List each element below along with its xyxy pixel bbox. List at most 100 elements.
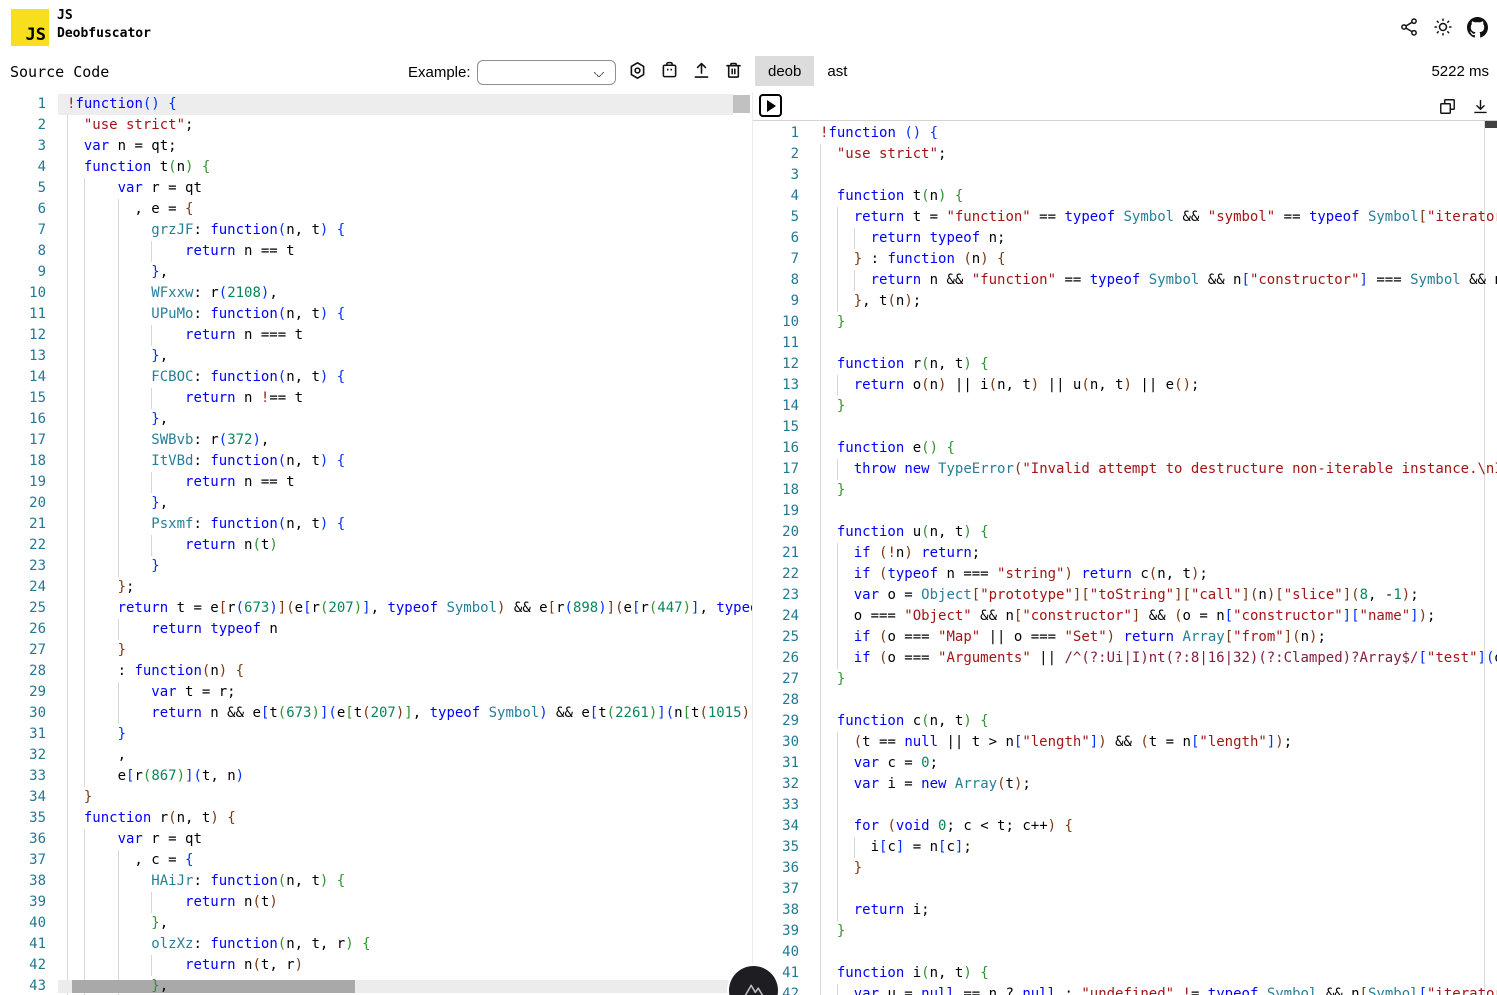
settings-gear-icon[interactable] [626, 59, 648, 81]
line-number: 38 [0, 871, 46, 892]
line-number: 17 [753, 459, 799, 480]
code-text: }; [67, 577, 134, 598]
tab-ast[interactable]: ast [814, 56, 860, 86]
code-text: UPuMo: function(n, t) { [67, 304, 345, 325]
code-line: 22 if (typeof n === "string") return c(n… [753, 564, 1497, 585]
code-line: 35 function r(n, t) { [0, 808, 752, 829]
line-number: 26 [0, 619, 46, 640]
code-line: 28 [753, 690, 1497, 711]
line-number: 18 [0, 451, 46, 472]
code-line: 42 var u = null == n ? null : "undefined… [753, 984, 1497, 995]
code-text: if (o === "Map" || o === "Set") return A… [820, 627, 1326, 648]
github-icon[interactable] [1466, 16, 1488, 38]
code-text: }, [67, 976, 168, 995]
line-number: 33 [753, 795, 799, 816]
line-number: 4 [753, 186, 799, 207]
app-title-line2: Deobfuscator [57, 25, 151, 43]
source-vertical-scrollbar-thumb[interactable] [733, 95, 750, 113]
line-number: 7 [0, 220, 46, 241]
trash-icon[interactable] [722, 59, 744, 81]
code-line: 39 return n(t) [0, 892, 752, 913]
line-number: 29 [0, 682, 46, 703]
code-line: 1!function() { [0, 94, 752, 115]
line-number: 12 [0, 325, 46, 346]
code-line: 10 } [753, 312, 1497, 333]
code-line: 40 }, [0, 913, 752, 934]
code-line: 29 var t = r; [0, 682, 752, 703]
line-number: 34 [753, 816, 799, 837]
line-number: 43 [0, 976, 46, 995]
share-icon[interactable] [1398, 16, 1420, 38]
line-number: 6 [753, 228, 799, 249]
run-play-icon[interactable] [759, 94, 782, 117]
line-number: 5 [753, 207, 799, 228]
code-line: 36 } [753, 858, 1497, 879]
line-number: 25 [0, 598, 46, 619]
line-number: 22 [753, 564, 799, 585]
code-text: var i = new Array(t); [820, 774, 1031, 795]
code-line: 4 function t(n) { [753, 186, 1497, 207]
copy-icon[interactable] [1436, 95, 1458, 117]
download-icon[interactable] [1469, 95, 1491, 117]
code-text: if (!n) return; [820, 543, 980, 564]
theme-sun-icon[interactable] [1432, 16, 1454, 38]
line-number: 23 [753, 585, 799, 606]
code-line: 20 }, [0, 493, 752, 514]
line-number: 42 [0, 955, 46, 976]
code-line: 26 return typeof n [0, 619, 752, 640]
line-number: 33 [0, 766, 46, 787]
code-text: } [820, 669, 845, 690]
line-number: 41 [0, 934, 46, 955]
code-text: for (void 0; c < t; c++) { [820, 816, 1073, 837]
indent-guide [820, 333, 821, 354]
code-text: return n && e[t(673)](e[t(207)], typeof … [67, 703, 752, 724]
code-line: 21 Psxmf: function(n, t) { [0, 514, 752, 535]
output-vertical-scrollbar-track[interactable] [1484, 121, 1485, 995]
line-number: 32 [753, 774, 799, 795]
code-text: FCBOC: function(n, t) { [67, 367, 345, 388]
code-line: 12 function r(n, t) { [753, 354, 1497, 375]
code-text: return n(t) [67, 535, 278, 556]
code-line: 19 return n == t [0, 472, 752, 493]
code-text: return n(t, r) [67, 955, 303, 976]
output-vertical-scrollbar-thumb[interactable] [1485, 121, 1497, 128]
code-text: } [67, 640, 126, 661]
line-number: 20 [753, 522, 799, 543]
line-number: 12 [753, 354, 799, 375]
code-line: 20 function u(n, t) { [753, 522, 1497, 543]
code-line: 12 return n === t [0, 325, 752, 346]
code-text: Psxmf: function(n, t) { [67, 514, 345, 535]
code-text: }, [67, 409, 168, 430]
output-code-editor[interactable]: 1!function () {2 "use strict";34 functio… [753, 120, 1497, 995]
code-text: function c(n, t) { [820, 711, 989, 732]
line-number: 40 [753, 942, 799, 963]
code-text: !function() { [67, 94, 177, 115]
code-line: 2 "use strict"; [0, 115, 752, 136]
upload-icon[interactable] [690, 59, 712, 81]
tab-deob[interactable]: deob [755, 56, 814, 86]
output-icons [1436, 95, 1491, 117]
paste-clipboard-icon[interactable] [658, 59, 680, 81]
line-number: 37 [0, 850, 46, 871]
code-text: ItVBd: function(n, t) { [67, 451, 345, 472]
line-number: 29 [753, 711, 799, 732]
line-number: 6 [0, 199, 46, 220]
code-line: 21 if (!n) return; [753, 543, 1497, 564]
code-line: 16 }, [0, 409, 752, 430]
example-select[interactable] [477, 60, 616, 85]
code-text: } [67, 556, 160, 577]
code-text: olzXz: function(n, t, r) { [67, 934, 371, 955]
code-line: 42 return n(t, r) [0, 955, 752, 976]
line-number: 19 [753, 501, 799, 522]
code-text: "use strict"; [820, 144, 946, 165]
code-line: 3 [753, 165, 1497, 186]
code-text: }, [67, 346, 168, 367]
code-line: 27 } [753, 669, 1497, 690]
code-line: 14 } [753, 396, 1497, 417]
output-pane-header [753, 92, 1497, 120]
code-line: 5 var r = qt [0, 178, 752, 199]
code-text: var r = qt [67, 829, 202, 850]
code-text: var n = qt; [67, 136, 177, 157]
output-pane: 1!function () {2 "use strict";34 functio… [752, 92, 1497, 995]
source-code-editor[interactable]: 1!function() {2 "use strict";3 var n = q… [0, 92, 752, 995]
